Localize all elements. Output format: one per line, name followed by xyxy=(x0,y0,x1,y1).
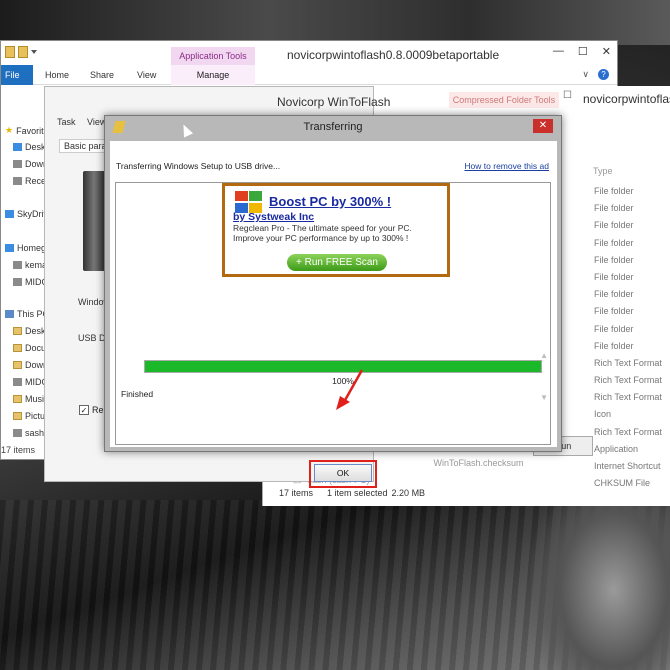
minimize-icon[interactable]: — xyxy=(553,45,564,58)
status-item-count: 17 items xyxy=(1,445,36,455)
recent-places-icon xyxy=(13,177,22,185)
ribbon-tabs: File Home Share View Manage ∨ ? xyxy=(1,65,617,85)
scroll-down-icon[interactable]: ▼ xyxy=(540,393,548,402)
type-cell: Icon xyxy=(594,409,612,420)
scroll-up-icon[interactable]: ▲ xyxy=(540,351,548,360)
quick-access-toolbar xyxy=(5,46,37,58)
dialog-title: Transferring xyxy=(303,121,363,133)
type-cell: File folder xyxy=(594,289,634,300)
ok-button[interactable]: OK xyxy=(314,464,372,482)
status-item-count: 17 items xyxy=(279,488,314,498)
folder-icon xyxy=(13,327,22,335)
explorer-titlebar: Application Tools novicorpwintoflash0.8.… xyxy=(1,41,617,65)
folder-icon xyxy=(13,395,22,403)
window-title: novicorpwintoflash xyxy=(583,92,670,106)
windows-logo-icon xyxy=(233,191,263,213)
transfer-status-text: Transferring Windows Setup to USB drive.… xyxy=(116,161,281,171)
view-tab[interactable]: View xyxy=(137,70,156,80)
type-cell: Rich Text Format xyxy=(594,426,662,437)
compressed-folder-tools-tab[interactable]: Compressed Folder Tools xyxy=(449,92,559,108)
status-bar: 17 items 1 item selected 2.20 MB xyxy=(279,488,425,498)
type-cell: File folder xyxy=(594,203,634,214)
menu-task[interactable]: Task xyxy=(57,117,76,127)
properties-icon[interactable] xyxy=(5,46,15,58)
type-cell: Rich Text Format xyxy=(594,392,662,403)
red-arrow-annotation xyxy=(336,369,364,410)
close-icon[interactable]: ✕ xyxy=(602,45,611,58)
type-cell: File folder xyxy=(594,340,634,351)
folder-icon xyxy=(13,361,22,369)
ad-description: Regclean Pro - The ultimate speed for yo… xyxy=(233,223,412,243)
type-cell: File folder xyxy=(594,186,634,196)
type-cell: File folder xyxy=(594,306,634,317)
type-cell: Application xyxy=(594,443,639,454)
type-cell: Rich Text Format xyxy=(594,357,662,368)
window-controls: — ☐ ✕ xyxy=(553,45,611,58)
file-tab[interactable]: File xyxy=(1,65,33,85)
type-cell: File folder xyxy=(594,237,634,248)
new-folder-icon[interactable] xyxy=(18,46,28,58)
downloads-icon xyxy=(13,160,22,168)
user-icon xyxy=(13,278,22,286)
application-tools-tab[interactable]: Application Tools xyxy=(171,47,255,65)
finished-label: Finished xyxy=(121,389,154,399)
maximize-icon[interactable]: ☐ xyxy=(578,45,588,58)
remove-ad-link[interactable]: How to remove this ad xyxy=(464,161,549,171)
home-tab[interactable]: Home xyxy=(45,70,69,80)
window-title: Novicorp WinToFlash xyxy=(277,95,391,109)
drive-icon xyxy=(13,429,22,437)
share-tab[interactable]: Share xyxy=(90,70,114,80)
type-cell: Internet Shortcut xyxy=(594,461,661,471)
window-title: novicorpwintoflash0.8.0009betaportable xyxy=(287,48,500,62)
checkbox[interactable]: ✓ xyxy=(79,405,89,415)
status-selected: 1 item selected xyxy=(327,488,388,498)
type-cell: File folder xyxy=(594,254,634,265)
type-cell: File folder xyxy=(594,323,634,334)
close-button[interactable]: ✕ xyxy=(533,119,553,133)
manage-tab[interactable]: Manage xyxy=(171,65,255,85)
star-icon: ★ xyxy=(5,125,14,135)
type-cell: Rich Text Format xyxy=(594,375,662,386)
folder-icon xyxy=(13,412,22,420)
advertisement-banner[interactable]: Boost PC by 300% ! by Systweak Inc Regcl… xyxy=(222,183,450,277)
homegroup-icon xyxy=(5,244,14,252)
ad-headline[interactable]: Boost PC by 300% ! xyxy=(269,194,391,209)
type-cell: CHKSUM File xyxy=(594,478,651,489)
type-cell: File folder xyxy=(594,271,634,282)
nav-this-pc[interactable]: This PC xyxy=(5,309,49,319)
status-size: 2.20 MB xyxy=(391,488,426,498)
arrow-shaft xyxy=(342,369,364,403)
computer-icon xyxy=(5,310,14,318)
ad-byline[interactable]: by Systweak Inc xyxy=(233,211,314,223)
desktop-wallpaper-top xyxy=(0,0,670,45)
column-header-type[interactable]: Type xyxy=(593,166,613,176)
run-free-scan-button[interactable]: + Run FREE Scan xyxy=(287,254,387,271)
usb-drive-label: USB D xyxy=(78,333,106,343)
type-cell: File folder xyxy=(594,220,634,231)
user-icon xyxy=(13,261,22,269)
desktop-icon xyxy=(13,143,22,151)
checkbox-label: Re xyxy=(92,405,104,415)
chevron-down-icon[interactable] xyxy=(31,50,37,54)
expand-ribbon-icon[interactable]: ∨ xyxy=(582,69,589,80)
drive-icon xyxy=(13,378,22,386)
cloud-icon xyxy=(5,210,14,218)
type-column: File folder File folder File folder File… xyxy=(594,186,662,495)
arrow-head xyxy=(336,396,350,410)
minimize-icon[interactable]: ☐ xyxy=(563,90,572,101)
help-icon[interactable]: ? xyxy=(598,69,609,80)
usb-drive-image xyxy=(83,171,105,271)
folder-icon xyxy=(13,344,22,352)
